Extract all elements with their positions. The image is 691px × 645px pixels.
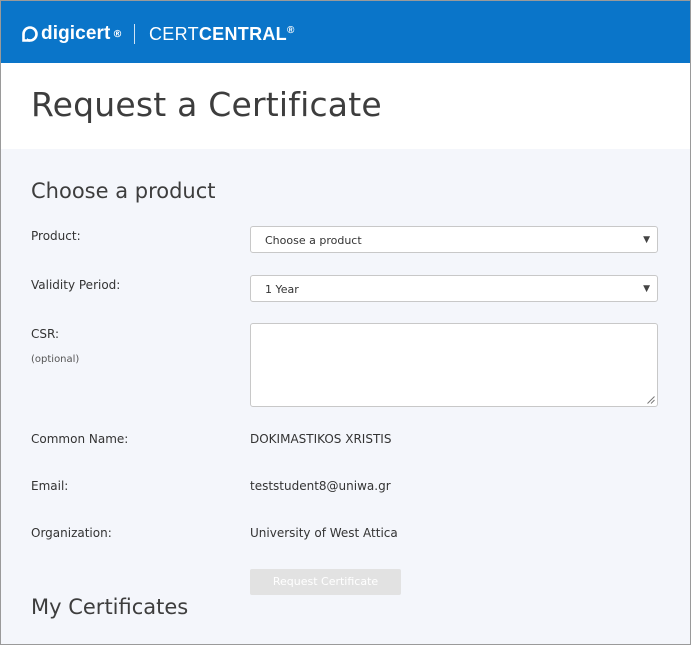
validity-period-value: 1 Year — [265, 283, 299, 296]
my-certificates-heading: My Certificates — [31, 595, 189, 619]
brand-registered-mark: ® — [286, 25, 295, 36]
common-name-value: DOKIMASTIKOS XRISTIS — [250, 432, 392, 446]
choose-product-heading: Choose a product — [31, 179, 216, 203]
resize-grip-icon[interactable] — [647, 396, 655, 404]
logo-registered-mark: ® — [112, 28, 123, 40]
organization-value: University of West Attica — [250, 526, 398, 540]
digicert-logo-icon — [21, 26, 38, 42]
chevron-down-icon: ▼ — [643, 284, 650, 294]
page-title: Request a Certificate — [31, 85, 382, 124]
brand-light-text: CERT — [149, 24, 199, 44]
csr-textarea[interactable] — [250, 323, 658, 407]
page-title-bar: Request a Certificate — [1, 63, 690, 149]
csr-optional-note: (optional) — [31, 354, 80, 365]
logo-text: digicert — [41, 23, 111, 44]
product-select[interactable]: Choose a product ▼ — [250, 226, 658, 253]
certcentral-brand[interactable]: CERTCENTRAL® — [149, 24, 295, 45]
email-value: teststudent8@uniwa.gr — [250, 479, 391, 493]
digicert-logo[interactable]: digicert ® — [21, 21, 122, 47]
common-name-label: Common Name: — [31, 432, 129, 446]
top-navigation-bar: digicert ® CERTCENTRAL® — [1, 1, 690, 63]
chevron-down-icon: ▼ — [643, 235, 650, 245]
product-label: Product: — [31, 229, 81, 243]
validity-period-label: Validity Period: — [31, 278, 121, 292]
header-divider — [134, 24, 135, 44]
email-label: Email: — [31, 479, 69, 493]
product-select-value: Choose a product — [265, 234, 362, 247]
request-certificate-button[interactable]: Request Certificate — [250, 569, 401, 595]
brand-bold-text: CENTRAL — [198, 24, 287, 44]
app-window: digicert ® CERTCENTRAL® Request a Certifi… — [0, 0, 691, 645]
organization-label: Organization: — [31, 526, 112, 540]
validity-period-select[interactable]: 1 Year ▼ — [250, 275, 658, 302]
csr-label: CSR: — [31, 327, 60, 341]
